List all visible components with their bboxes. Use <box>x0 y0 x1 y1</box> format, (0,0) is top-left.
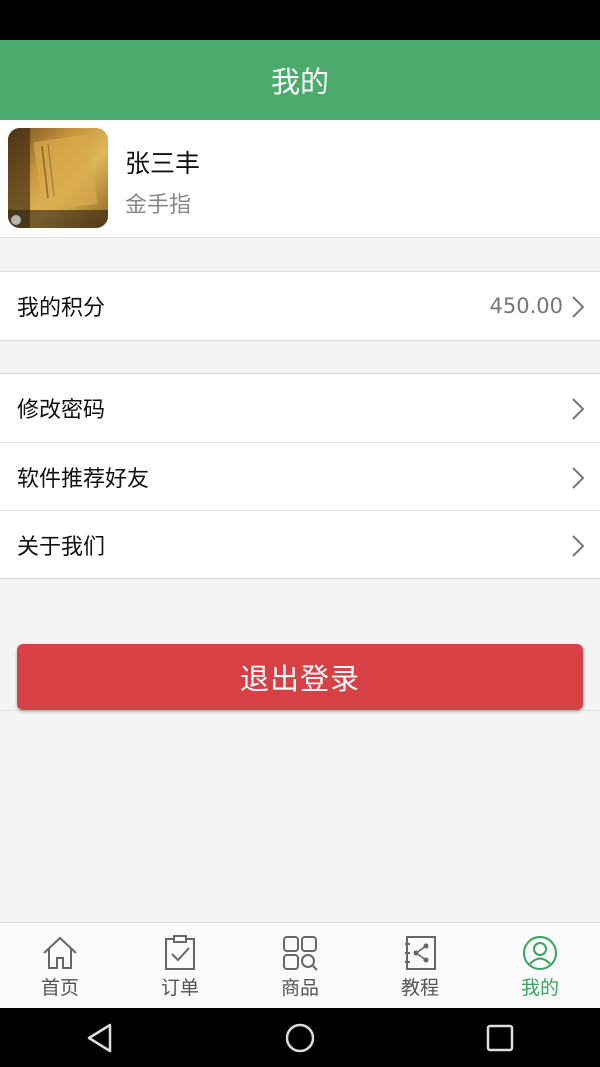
system-nav-bar <box>0 1008 600 1067</box>
home-icon <box>43 936 77 969</box>
tab-tutorial[interactable]: 教程 <box>360 923 480 1008</box>
avatar-image <box>8 128 108 228</box>
home-button[interactable] <box>270 1013 330 1063</box>
tab-orders[interactable]: 订单 <box>120 923 240 1008</box>
tab-label: 首页 <box>40 977 79 999</box>
back-triangle-icon <box>87 1023 112 1052</box>
profile-card[interactable]: 张三丰 金手指 <box>0 120 600 238</box>
home-circle-icon <box>285 1023 315 1052</box>
chevron-right-icon <box>572 535 585 557</box>
points-label: 我的积分 <box>17 296 106 321</box>
status-bar <box>0 0 600 40</box>
user-icon <box>523 936 557 970</box>
logout-button[interactable]: 退出登录 <box>17 644 583 710</box>
menu-item-recommend-friends[interactable]: 软件推荐好友 <box>0 442 600 510</box>
goods-icon <box>283 936 318 971</box>
tutorial-icon <box>405 936 436 970</box>
tab-mine[interactable]: 我的 <box>480 923 600 1008</box>
profile-name: 张三丰 <box>125 149 201 178</box>
bottom-tab-bar: 首页 订单 商品 教程 我的 <box>0 922 600 1008</box>
menu-item-about-us[interactable]: 关于我们 <box>0 510 600 578</box>
tab-goods[interactable]: 商品 <box>240 923 360 1008</box>
tab-home[interactable]: 首页 <box>0 923 120 1008</box>
chevron-right-icon <box>572 398 585 420</box>
tab-label: 教程 <box>400 977 439 999</box>
chevron-right-icon <box>572 296 585 318</box>
menu-item-label: 修改密码 <box>17 398 106 423</box>
back-button[interactable] <box>70 1013 130 1063</box>
points-value: 450.00 <box>489 294 563 318</box>
recents-button[interactable] <box>470 1013 530 1063</box>
tab-label: 订单 <box>160 977 199 999</box>
page-title: 我的 <box>270 65 329 99</box>
page-header: 我的 <box>0 40 600 120</box>
logout-section: 退出登录 <box>0 576 600 711</box>
profile-subtitle: 金手指 <box>125 193 192 218</box>
order-icon <box>165 935 195 970</box>
tab-label: 商品 <box>280 977 319 999</box>
recents-square-icon <box>486 1024 514 1051</box>
tab-label: 我的 <box>520 977 559 999</box>
menu-item-change-password[interactable]: 修改密码 <box>0 374 600 442</box>
avatar[interactable] <box>8 128 108 228</box>
menu-item-label: 软件推荐好友 <box>17 466 150 492</box>
chevron-right-icon <box>572 467 585 489</box>
menu-item-label: 关于我们 <box>17 534 106 560</box>
points-group: 我的积分 450.00 <box>0 271 600 341</box>
settings-group: 修改密码 软件推荐好友 关于我们 <box>0 373 600 579</box>
points-row[interactable]: 我的积分 450.00 <box>0 272 600 340</box>
screen: 我的 张三丰 金手指 我的积分 450.00 修改密码 软件推荐好友 关于我们 … <box>0 0 600 1067</box>
